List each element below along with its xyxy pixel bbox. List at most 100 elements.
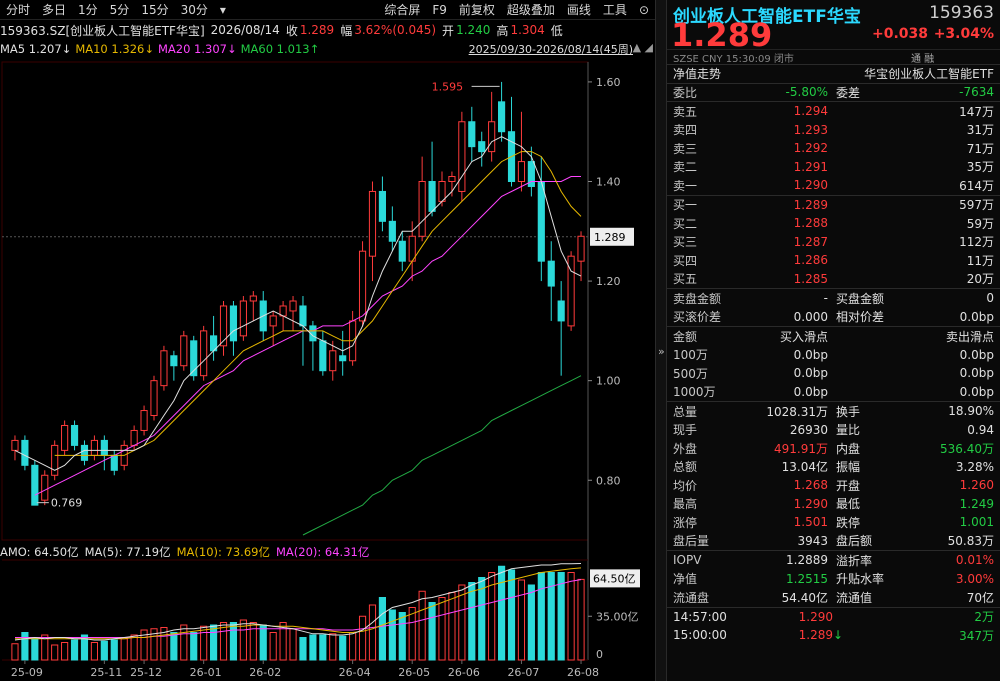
candle-body xyxy=(219,305,228,347)
stat-label: 最高 xyxy=(673,497,698,512)
bid-label: 买二 xyxy=(673,216,698,231)
ask-row[interactable]: 卖二 1.291 35万 xyxy=(667,158,1000,177)
forward-adjust-button[interactable]: 前复权 xyxy=(453,0,501,20)
volume-bar xyxy=(388,609,396,661)
ask-row[interactable]: 卖五 1.294 147万 xyxy=(667,102,1000,121)
bid-row[interactable]: 买三 1.287 112万 xyxy=(667,233,1000,252)
slip-buy: 0.0bp xyxy=(793,347,828,362)
collapse-icon[interactable]: ▲ ◢ xyxy=(633,41,653,54)
candle-body xyxy=(80,444,89,461)
volume-bar xyxy=(219,622,228,661)
stat-label: 盘后量 xyxy=(673,534,710,549)
volume-bar xyxy=(180,624,188,661)
bid-row[interactable]: 买四 1.286 11万 xyxy=(667,251,1000,270)
tab-5min[interactable]: 5分 xyxy=(104,0,136,20)
stat-label: 涨停 xyxy=(673,515,698,530)
candle-body xyxy=(170,355,178,367)
draw-line-button[interactable]: 画线 xyxy=(561,0,597,20)
tab-multiday[interactable]: 多日 xyxy=(36,0,72,20)
amo-legend: AMO: 64.50亿 MA(5): 77.19亿 MA(10): 73.69亿… xyxy=(0,544,375,560)
ask-label: 卖一 xyxy=(673,178,698,193)
y-tick-label: 0.80 xyxy=(596,474,621,487)
ma60-legend: MA60 1.013↑ xyxy=(240,42,320,56)
settings-icon[interactable]: ⊙ xyxy=(633,0,655,20)
slippage-table: 金额 买入滑点 卖出滑点 100万 0.0bp 0.0bp 500万 0.0bp 0.0b… xyxy=(667,326,1000,401)
open-value: 1.240 xyxy=(456,23,491,37)
tick-price: 1.290 xyxy=(798,609,833,624)
candle-body xyxy=(130,429,138,446)
bid-label: 买一 xyxy=(673,198,698,213)
x-tick-label: 25-09 xyxy=(11,666,43,679)
bid-price: 1.287 xyxy=(793,234,828,249)
volume-bar xyxy=(210,624,218,661)
volume-bar xyxy=(150,628,158,661)
bid-row[interactable]: 买一 1.289 597万 xyxy=(667,196,1000,215)
ask-price: 1.294 xyxy=(793,104,828,119)
ask-volume: 35万 xyxy=(966,160,994,175)
ask-price: 1.290 xyxy=(793,178,828,193)
bid-label: 买五 xyxy=(673,272,698,287)
super-overlay-button[interactable]: 超级叠加 xyxy=(501,0,561,20)
period-dropdown-icon[interactable]: ▾ xyxy=(214,0,232,20)
volume-bar xyxy=(279,622,287,661)
ask-label: 卖四 xyxy=(673,123,698,138)
ma5-line xyxy=(14,136,582,471)
stat-value: 1028.31万 xyxy=(766,404,828,419)
volume-bar xyxy=(299,637,307,661)
x-tick-label: 26-05 xyxy=(398,666,430,679)
kline-chart-area[interactable]: 分时 多日 1分 5分 15分 30分 ▾ 综合屏 F9 前复权 超级叠加 画线… xyxy=(0,0,655,681)
iopv-value: 3.00% xyxy=(955,571,994,586)
volume-bar xyxy=(61,642,69,661)
nav-trend-row[interactable]: 净值走势 华宝创业板人工智能ETF xyxy=(667,64,1000,83)
candle-body xyxy=(537,181,545,262)
stat-label: 现手 xyxy=(673,423,698,438)
bid-label: 买三 xyxy=(673,235,698,250)
bid-volume: 597万 xyxy=(959,198,994,213)
volume-bar xyxy=(438,597,446,661)
f9-button[interactable]: F9 xyxy=(426,0,453,20)
expand-icon[interactable]: » xyxy=(658,345,665,358)
candle-body xyxy=(299,305,307,327)
tools-button[interactable]: 工具 xyxy=(597,0,633,20)
last-price: 1.289 xyxy=(671,16,773,54)
stat-row: 均价 1.268 开盘 1.260 xyxy=(667,476,1000,495)
tick-volume: 2万 xyxy=(974,610,994,625)
ask-volume: 147万 xyxy=(959,104,994,119)
iopv-label: 净值 xyxy=(673,572,698,587)
high-label: 高 xyxy=(496,23,509,38)
tab-15min[interactable]: 15分 xyxy=(135,0,174,20)
amo-value: AMO: 64.50亿 xyxy=(0,545,79,559)
tick-row: 14:57:00 1.290 2万 xyxy=(667,608,1000,627)
bid-row[interactable]: 买二 1.288 59万 xyxy=(667,214,1000,233)
stat-value: 491.91万 xyxy=(774,441,828,456)
stat-value: 1.268 xyxy=(793,478,828,493)
stat-label: 总量 xyxy=(673,404,698,419)
candle-body xyxy=(90,439,98,456)
composite-screen-button[interactable]: 综合屏 xyxy=(378,0,426,20)
ma10-line xyxy=(54,151,582,456)
tab-1min[interactable]: 1分 xyxy=(72,0,104,20)
tick-time: 15:00:00 xyxy=(673,628,727,643)
tab-intraday[interactable]: 分时 xyxy=(0,0,36,20)
volume-bar xyxy=(349,632,357,661)
stat-row: 盘后量 3943 盘后额 50.83万 xyxy=(667,532,1000,551)
ask-row[interactable]: 卖四 1.293 31万 xyxy=(667,121,1000,140)
bid-volume: 11万 xyxy=(966,253,994,268)
date-range-label[interactable]: 2025/09/30-2026/08/14(45周) xyxy=(469,41,633,57)
candle-body xyxy=(478,141,486,153)
y-tick-label: 1.20 xyxy=(596,275,621,288)
low-label: 低 xyxy=(550,23,563,38)
ask-row[interactable]: 卖三 1.292 71万 xyxy=(667,139,1000,158)
candle-body xyxy=(458,121,466,192)
bid-row[interactable]: 买五 1.285 20万 xyxy=(667,270,1000,289)
amo-ma10: MA(10): 73.69亿 xyxy=(176,545,270,559)
panel-collapse-handle[interactable]: » xyxy=(655,0,667,681)
iopv-value: 54.40亿 xyxy=(781,590,828,605)
volume-bar xyxy=(269,632,277,661)
tab-30min[interactable]: 30分 xyxy=(175,0,214,20)
wc-value: -7634 xyxy=(959,85,994,100)
candle-body xyxy=(448,176,456,182)
slip-sell: 0.0bp xyxy=(959,384,994,399)
volume-bar xyxy=(329,633,337,661)
ask-row[interactable]: 卖一 1.290 614万 xyxy=(667,176,1000,195)
